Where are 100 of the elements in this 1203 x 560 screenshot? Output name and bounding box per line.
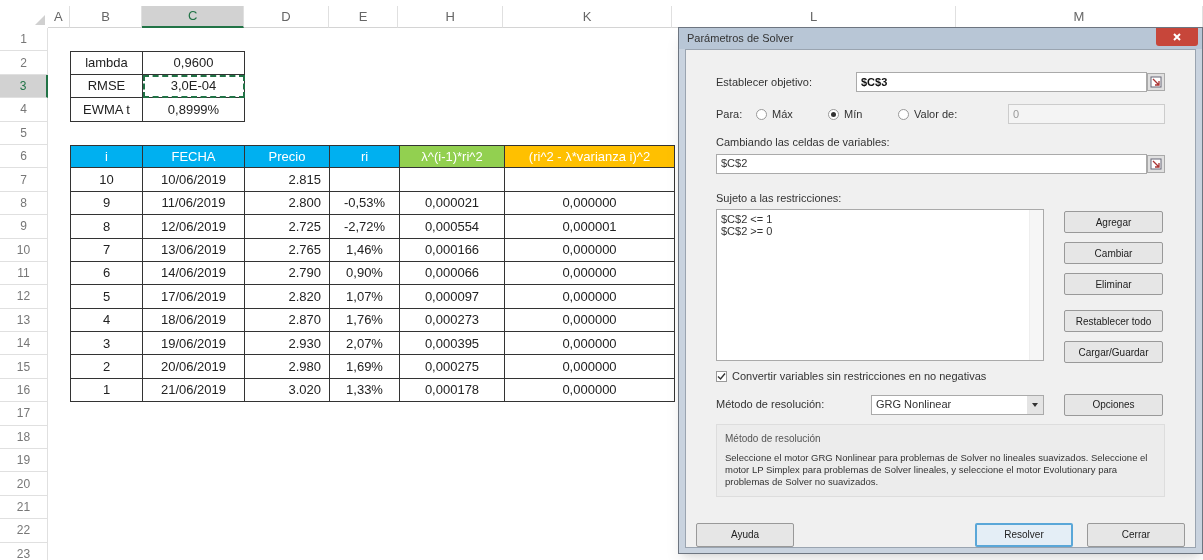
range-select-button[interactable] <box>1147 73 1165 91</box>
options-button[interactable]: Opciones <box>1064 393 1163 416</box>
collapse-icon <box>1150 76 1162 88</box>
table-cell: 10/06/2019 <box>143 168 245 192</box>
dialog-button[interactable]: Cargar/Guardar <box>1064 341 1163 363</box>
field-label: Para: <box>716 106 744 122</box>
row-header[interactable]: 21 <box>0 495 48 520</box>
field-label: Sujeto a las restricciones: <box>716 190 843 206</box>
row-header[interactable]: 14 <box>0 332 48 356</box>
dropdown[interactable]: GRG Nonlinear <box>871 394 1044 415</box>
table-cell: 0,000273 <box>400 308 505 333</box>
scrollbar[interactable] <box>1029 210 1043 360</box>
column-header[interactable]: L <box>672 6 957 28</box>
row-header[interactable]: 1 <box>0 28 48 52</box>
table-cell: RMSE <box>70 74 143 99</box>
row-header[interactable]: 23 <box>0 542 48 560</box>
table-cell: 0,000000 <box>505 285 675 309</box>
row-header[interactable]: 22 <box>0 519 48 543</box>
group-title: Método de resolución <box>725 431 822 446</box>
table-cell: 9 <box>70 191 143 216</box>
row-header[interactable]: 2 <box>0 51 48 75</box>
table-cell: 0,000554 <box>400 215 505 239</box>
column-header[interactable]: B <box>69 6 143 28</box>
dialog-button[interactable]: Agregar <box>1064 211 1163 233</box>
table-cell: 0,000000 <box>505 308 675 333</box>
table-cell: 0,000000 <box>505 332 675 356</box>
table-cell: 1,07% <box>330 285 400 309</box>
row-header[interactable]: 18 <box>0 425 48 450</box>
dialog-button[interactable]: Eliminar <box>1064 273 1163 295</box>
table-cell: 0,000275 <box>400 355 505 379</box>
table-cell: 12/06/2019 <box>143 215 245 239</box>
description-text: Seleccione el motor GRG Nonlinear para problemas de Solver no lineales suavizados. Seleccione el motor LP Simplex para problemas de Solver lineales, y seleccione el motor Evolutionary para problemas de Solver no suavizados. <box>725 451 1149 488</box>
row-header[interactable]: 15 <box>0 355 48 379</box>
table-cell: 6 <box>70 261 143 286</box>
table-cell: 0,000021 <box>400 191 505 216</box>
row-header[interactable]: 4 <box>0 98 48 122</box>
field-value: $C$3 <box>861 74 888 90</box>
column-header[interactable]: C <box>142 6 244 28</box>
table-cell: 20/06/2019 <box>143 355 245 379</box>
table-cell: 18/06/2019 <box>143 308 245 333</box>
row-header[interactable]: 5 <box>0 121 48 145</box>
row-header[interactable]: 13 <box>0 308 48 333</box>
dialog-button[interactable]: Cerrar <box>1087 522 1185 547</box>
table-cell: 0,000000 <box>505 261 675 286</box>
radio-option[interactable]: Mín <box>828 105 898 123</box>
table-cell: 4 <box>70 308 143 333</box>
row-header[interactable]: 19 <box>0 449 48 473</box>
table-cell: 2.725 <box>245 215 330 239</box>
row-header[interactable]: 10 <box>0 238 48 262</box>
table-cell: 10 <box>70 168 143 192</box>
close-icon <box>1172 32 1182 42</box>
column-heading: λ^(i-1)*ri^2 <box>400 144 505 169</box>
range-select-button[interactable] <box>1147 154 1165 173</box>
table-cell: 2.870 <box>245 308 330 333</box>
column-heading: i <box>70 144 143 169</box>
table-cell: 0,000395 <box>400 332 505 356</box>
table-cell: 17/06/2019 <box>143 285 245 309</box>
column-header[interactable]: A <box>47 6 70 28</box>
field-label: Método de resolución: <box>716 397 826 413</box>
table-cell: -2,72% <box>330 215 400 239</box>
dropdown-value: GRG Nonlinear <box>876 397 952 413</box>
table-cell: 1 <box>70 378 143 403</box>
input-field[interactable]: $C$2 <box>716 153 1147 174</box>
list-item[interactable]: $C$2 >= 0 <box>721 225 1025 237</box>
table-cell: 2.930 <box>245 332 330 356</box>
checkbox-option[interactable]: Convertir variables sin restricciones en no negativas <box>716 368 987 385</box>
table-cell: 1,76% <box>330 308 400 333</box>
dialog-button[interactable]: Resolver <box>975 522 1073 547</box>
close-button[interactable] <box>1156 28 1198 46</box>
table-cell: 11/06/2019 <box>143 191 245 216</box>
table-cell: 2,07% <box>330 332 400 356</box>
list-item[interactable]: $C$2 <= 1 <box>721 213 1025 225</box>
table-cell: 0,000001 <box>505 215 675 239</box>
column-heading: Precio <box>245 144 330 169</box>
row-header[interactable]: 20 <box>0 472 48 496</box>
row-header[interactable]: 8 <box>0 191 48 216</box>
constraint-list[interactable]: $C$2 <= 1 $C$2 >= 0 <box>716 209 1044 361</box>
row-header[interactable]: 11 <box>0 261 48 286</box>
empty-cell <box>330 168 400 192</box>
radio-option[interactable]: Máx <box>756 105 828 123</box>
dialog-button[interactable]: Cambiar <box>1064 242 1163 264</box>
row-header[interactable]: 6 <box>0 144 48 169</box>
row-header[interactable]: 3 <box>0 74 48 99</box>
row-header[interactable]: 12 <box>0 285 48 309</box>
dialog-button[interactable]: Restablecer todo <box>1064 310 1163 332</box>
row-header[interactable]: 9 <box>0 215 48 239</box>
column-header[interactable]: E <box>328 6 399 28</box>
row-header[interactable]: 7 <box>0 168 48 192</box>
field-label: Establecer objetivo: <box>716 74 813 90</box>
column-header[interactable]: K <box>502 6 673 28</box>
table-cell: 21/06/2019 <box>143 378 245 403</box>
column-header[interactable]: D <box>244 6 329 28</box>
input-field[interactable]: $C$3 <box>856 72 1147 92</box>
radio-option[interactable]: Valor de: <box>898 105 1008 123</box>
dialog-button[interactable]: Ayuda <box>696 522 794 547</box>
row-header[interactable]: 16 <box>0 378 48 403</box>
table-cell: lambda <box>70 51 143 75</box>
column-header[interactable]: H <box>398 6 503 28</box>
table-cell: 0,90% <box>330 261 400 286</box>
row-header[interactable]: 17 <box>0 402 48 426</box>
